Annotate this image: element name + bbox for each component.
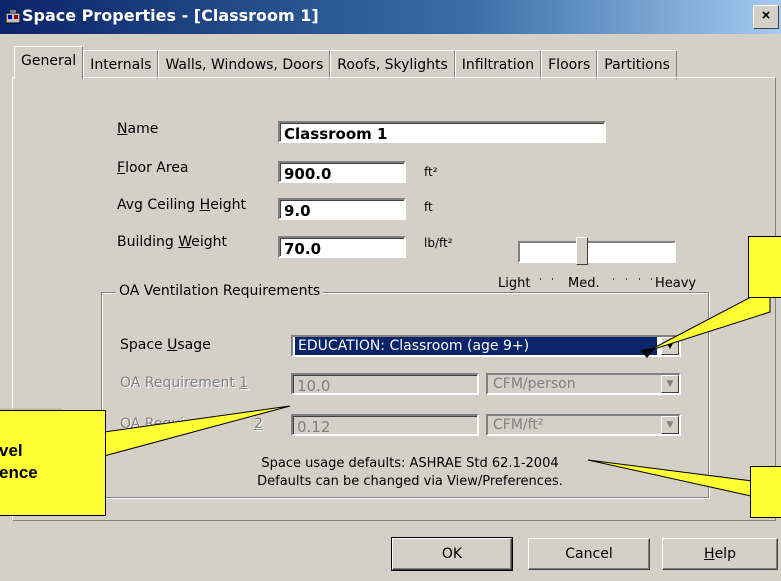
tab-general[interactable]: General (14, 46, 84, 80)
tab-strip: General Internals Walls, Windows, Doors … (14, 44, 677, 80)
slider-label-heavy: Heavy (655, 276, 697, 291)
oa-requirement-1-unit: CFM/person (493, 376, 576, 392)
oa-group-title: OA Ventilation Requirements (116, 283, 324, 299)
building-weight-unit: lb/ft² (424, 236, 453, 250)
building-weight-label: Building Weight (117, 234, 228, 250)
chevron-down-icon: ▼ (661, 375, 679, 393)
name-field[interactable]: Classroom 1 (278, 121, 606, 143)
space-properties-dialog: Space Properties - [Classroom 1] × Gener… (0, 0, 781, 581)
ceiling-height-label: Avg Ceiling Height (117, 197, 246, 213)
slider-label-light: Light (498, 276, 531, 291)
space-usage-value: EDUCATION: Classroom (age 9+) (295, 337, 657, 355)
right-bottom-callout (750, 466, 781, 518)
oa-requirement-1-label: OA Requirement 1 (120, 375, 249, 391)
tab-infiltration[interactable]: Infiltration (454, 50, 542, 80)
tab-internals[interactable]: Internals (83, 50, 159, 80)
floor-area-field[interactable]: 900.0 (278, 161, 406, 183)
tab-roofs-skylights[interactable]: Roofs, Skylights (330, 50, 455, 80)
app-icon (6, 10, 20, 24)
title-bar[interactable]: Space Properties - [Classroom 1] × (0, 0, 781, 34)
left-callout: vel ence (0, 410, 106, 516)
tab-partitions[interactable]: Partitions (597, 50, 677, 80)
cancel-button[interactable]: Cancel (528, 538, 650, 570)
ok-button[interactable]: OK (391, 537, 513, 571)
oa-requirement-2-unit-select: CFM/ft² ▼ (486, 414, 681, 436)
building-weight-slider[interactable] (518, 241, 676, 263)
floor-area-unit: ft² (424, 165, 438, 179)
building-weight-field[interactable]: 70.0 (278, 236, 406, 258)
name-label: Name (117, 121, 159, 137)
chevron-down-icon: ▼ (661, 416, 679, 434)
floor-area-label: Floor Area (117, 160, 189, 176)
left-callout-line1: vel (0, 441, 23, 460)
help-button[interactable]: Help (662, 538, 778, 570)
defaults-note-line1: Space usage defaults: ASHRAE Std 62.1-20… (261, 456, 559, 471)
left-callout-line2: ence (0, 463, 38, 482)
tab-walls-windows-doors[interactable]: Walls, Windows, Doors (158, 50, 331, 80)
close-button[interactable]: × (753, 5, 779, 29)
slider-label-med: Med. (568, 276, 600, 291)
ceiling-height-field[interactable]: 9.0 (278, 198, 406, 220)
building-weight-slider-thumb[interactable] (576, 237, 588, 265)
window-title: Space Properties - [Classroom 1] (22, 6, 319, 25)
oa-requirement-2-label: OA Requi 2 (120, 416, 264, 432)
ceiling-height-unit: ft (424, 200, 433, 214)
tab-floors[interactable]: Floors (541, 50, 598, 80)
oa-requirement-1-unit-select: CFM/person ▼ (486, 373, 681, 395)
oa-requirement-2-unit: CFM/ft² (493, 417, 544, 433)
right-top-callout (748, 236, 781, 298)
oa-requirement-1-field: 10.0 (291, 373, 479, 395)
space-usage-select[interactable]: EDUCATION: Classroom (age 9+) ▼ (291, 335, 681, 357)
space-usage-label: Space Usage (120, 337, 211, 353)
chevron-down-icon[interactable]: ▼ (661, 337, 679, 355)
defaults-note-line2: Defaults can be changed via View/Prefere… (257, 474, 563, 489)
oa-requirement-2-field: 0.12 (291, 414, 479, 436)
